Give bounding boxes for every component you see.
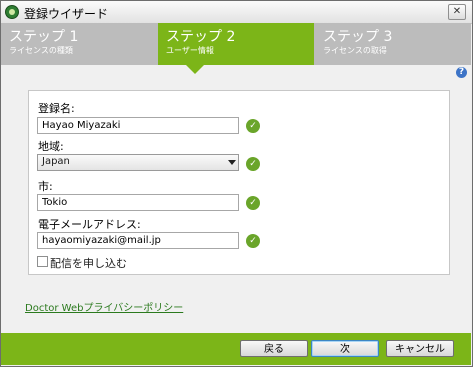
step-header: ステップ 1 ライセンスの種類 ステップ 2 ユーザー情報 ステップ 3 ライセ…	[1, 23, 471, 65]
step-2-title: ステップ 2	[166, 29, 236, 45]
email-valid-check-icon: ✓	[246, 234, 260, 248]
city-valid-check-icon: ✓	[246, 196, 260, 210]
city-input[interactable]	[37, 194, 239, 211]
chevron-down-icon	[228, 160, 236, 165]
privacy-policy-link[interactable]: Doctor Webプライバシーポリシー	[25, 299, 183, 314]
name-valid-check-icon: ✓	[246, 119, 260, 133]
subscribe-checkbox[interactable]	[37, 256, 48, 267]
step-3-subtitle: ライセンスの取得	[323, 46, 387, 55]
step-3-title: ステップ 3	[323, 29, 393, 45]
app-icon	[5, 5, 19, 19]
close-button[interactable]: ✕	[448, 4, 466, 20]
step-2-subtitle: ユーザー情報	[166, 46, 214, 55]
step-1-subtitle: ライセンスの種類	[9, 46, 73, 55]
region-select[interactable]: Japan	[37, 154, 239, 171]
region-selected-value: Japan	[42, 156, 70, 167]
back-button[interactable]: 戻る	[240, 340, 308, 357]
step-1-title: ステップ 1	[9, 29, 79, 45]
name-input[interactable]	[37, 117, 239, 134]
step-2-active: ステップ 2 ユーザー情報	[158, 23, 314, 65]
cancel-button[interactable]: キャンセル	[386, 340, 454, 357]
name-label: 登録名:	[38, 102, 75, 115]
help-icon[interactable]: ?	[456, 67, 467, 78]
region-label: 地域:	[38, 140, 64, 153]
title-bar: 登録ウイザード ✕	[1, 1, 472, 24]
city-label: 市:	[38, 180, 53, 193]
next-button[interactable]: 次	[311, 340, 379, 357]
email-input[interactable]	[37, 232, 239, 249]
active-step-arrow-icon	[186, 65, 204, 74]
window-title: 登録ウイザード	[24, 7, 109, 21]
subscribe-label[interactable]: 配信を申し込む	[50, 255, 127, 271]
region-valid-check-icon: ✓	[246, 157, 260, 171]
step-1: ステップ 1 ライセンスの種類	[1, 23, 157, 65]
step-3: ステップ 3 ライセンスの取得	[315, 23, 471, 65]
email-label: 電子メールアドレス:	[38, 218, 141, 231]
